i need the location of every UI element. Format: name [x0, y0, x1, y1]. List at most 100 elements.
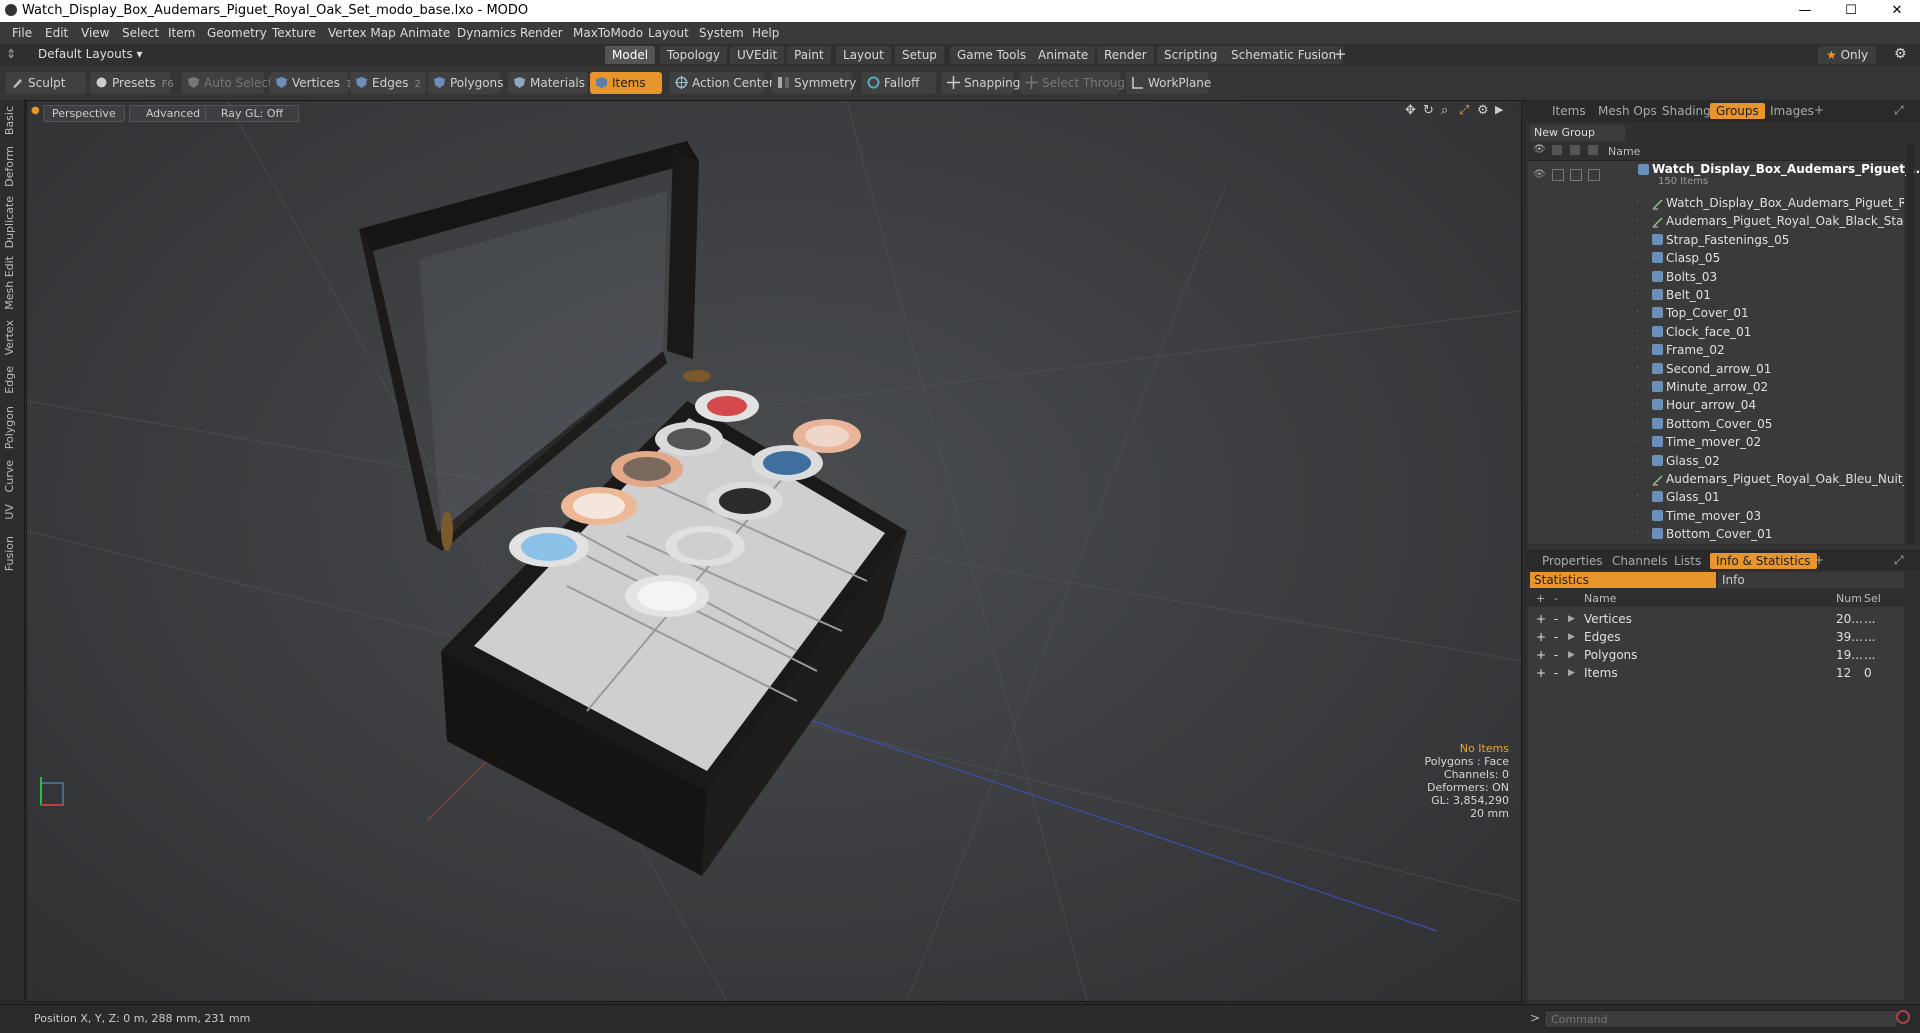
group-item-row[interactable]: · Belt_01 [1528, 286, 1904, 304]
tab-animate[interactable]: Animate [1031, 46, 1096, 64]
tab-render[interactable]: Render [1097, 46, 1154, 64]
tab-model[interactable]: Model [605, 46, 656, 64]
menu-layout[interactable]: Layout [648, 26, 689, 40]
group-item-row[interactable]: · Frame_02 [1528, 341, 1904, 359]
menu-animate[interactable]: Animate [400, 26, 450, 40]
group-item-row[interactable]: · Top_Cover_01 [1528, 304, 1904, 322]
presets-button[interactable]: Presets F6 [90, 72, 174, 94]
layout-collapse-icon[interactable]: ⇕ [6, 47, 16, 61]
sculpt-button[interactable]: Sculpt [6, 72, 86, 94]
tab-scripting[interactable]: Scripting [1157, 46, 1225, 64]
close-button[interactable]: ✕ [1874, 0, 1920, 22]
menu-maxtomodo[interactable]: MaxToModo [573, 26, 643, 40]
only-toggle[interactable]: ★ Only [1818, 46, 1877, 64]
select-through-button[interactable]: Select Through [1020, 72, 1133, 94]
vertices-button[interactable]: Vertices1 [270, 72, 352, 94]
menu-edit[interactable]: Edit [45, 26, 68, 40]
tab-lists[interactable]: Lists [1668, 553, 1707, 569]
collapse-row-icon[interactable]: - [1554, 664, 1558, 682]
group-item-row[interactable]: · Audemars_Piguet_Royal_Oak_Black_Stainle… [1528, 212, 1904, 230]
menu-file[interactable]: File [12, 26, 32, 40]
menu-item[interactable]: Item [168, 26, 195, 40]
group-item-row[interactable]: · Second_arrow_01 [1528, 360, 1904, 378]
group-item-row[interactable]: · Bottom_Cover_05 [1528, 415, 1904, 433]
statistics-subtab[interactable]: Statistics [1530, 572, 1716, 588]
group-item-row[interactable]: · Time_mover_03 [1528, 507, 1904, 525]
group-item-row[interactable]: · Clock_face_01 [1528, 323, 1904, 341]
menu-texture[interactable]: Texture [272, 26, 316, 40]
tab-schematic-fusion[interactable]: Schematic Fusion [1224, 46, 1344, 64]
tab-paint[interactable]: Paint [787, 46, 831, 64]
expand-row-icon[interactable]: + [1536, 610, 1546, 628]
layout-select[interactable]: Default Layouts ▾ [38, 47, 143, 61]
group-item-row[interactable]: · Audemars_Piguet_Royal_Oak_Bleu_Nuit_Nua… [1528, 470, 1904, 488]
3d-viewport[interactable]: ● Perspective Advanced Ray GL: Off ✥ ↻ ⌕… [26, 100, 1522, 1002]
group-item-row[interactable]: · Watch_Display_Box_Audemars_Piguet_Royal… [1528, 194, 1904, 212]
stats-row[interactable]: + - ▶ Items 12 0 [1528, 664, 1904, 682]
snapping-button[interactable]: Snapping [942, 72, 1020, 94]
tab-properties[interactable]: Properties [1536, 553, 1609, 569]
add-panel-tab-button[interactable]: + [1814, 103, 1824, 117]
maximize-button[interactable]: ☐ [1828, 0, 1874, 22]
expand-row-icon[interactable]: + [1536, 646, 1546, 664]
expand-row-icon[interactable]: + [1536, 628, 1546, 646]
menu-render[interactable]: Render [520, 26, 563, 40]
auto-select-button[interactable]: Auto Select [182, 72, 273, 94]
tab-channels[interactable]: Channels [1606, 553, 1674, 569]
tab-topology[interactable]: Topology [660, 46, 727, 64]
stats-row[interactable]: + - ▶ Edges 39...... [1528, 628, 1904, 646]
tab-curve[interactable]: Curve [3, 460, 21, 492]
tab-deform[interactable]: Deform [3, 146, 21, 187]
menu-view[interactable]: View [81, 26, 109, 40]
panel-expand-icon[interactable]: ⤢ [1894, 103, 1904, 118]
expand-all-icon[interactable]: + [1536, 592, 1545, 605]
tab-vertex[interactable]: Vertex [3, 320, 21, 355]
tab-layout[interactable]: Layout [836, 46, 891, 64]
tab-uvedit[interactable]: UVEdit [730, 46, 785, 64]
lock-toggle[interactable] [1552, 169, 1564, 181]
tree-scrollbar[interactable] [1906, 144, 1914, 544]
edges-button[interactable]: Edges 2 [350, 72, 426, 94]
workplane-button[interactable]: WorkPlane [1126, 72, 1211, 94]
group-item-row[interactable]: · Clasp_05 [1528, 249, 1904, 267]
group-item-row[interactable]: · Strap_Fastenings_05 [1528, 231, 1904, 249]
record-icon[interactable] [1896, 1010, 1910, 1024]
tab-duplicate[interactable]: Duplicate [3, 196, 21, 248]
visibility-toggle-icon[interactable]: 👁 [1533, 169, 1546, 180]
gear-icon[interactable]: ⚙ [1894, 46, 1907, 62]
disclosure-triangle-icon[interactable]: ▶ [1568, 646, 1575, 664]
collapse-row-icon[interactable]: - [1554, 646, 1558, 664]
tab-setup[interactable]: Setup [895, 46, 944, 64]
render-toggle[interactable] [1570, 169, 1582, 181]
collapse-row-icon[interactable]: - [1554, 628, 1558, 646]
tab-edge[interactable]: Edge [3, 366, 21, 394]
group-item-row[interactable]: · Bottom_Cover_01 [1528, 525, 1904, 543]
menu-vertex-map[interactable]: Vertex Map [328, 26, 396, 40]
menu-geometry[interactable]: Geometry [207, 26, 267, 40]
polygons-button[interactable]: Polygons [428, 72, 503, 94]
collapse-all-icon[interactable]: - [1554, 592, 1558, 605]
falloff-button[interactable]: Falloff [862, 72, 936, 94]
minimize-button[interactable]: — [1782, 0, 1828, 22]
group-item-row[interactable]: · Time_mover_02 [1528, 433, 1904, 451]
add-tab-button[interactable]: + [1334, 45, 1347, 63]
group-item-row[interactable]: · Glass_01 [1528, 488, 1904, 506]
group-item-row[interactable]: · Bolts_03 [1528, 268, 1904, 286]
group-root-row[interactable]: 👁 Watch_Display_Box_Audemars_Piguet_... … [1528, 162, 1920, 192]
menu-system[interactable]: System [699, 26, 744, 40]
collapse-row-icon[interactable]: - [1554, 610, 1558, 628]
menu-dynamics[interactable]: Dynamics [457, 26, 516, 40]
group-item-row[interactable]: · Minute_arrow_02 [1528, 378, 1904, 396]
stats-row[interactable]: + - ▶ Vertices 20...... [1528, 610, 1904, 628]
menu-help[interactable]: Help [752, 26, 779, 40]
tab-fusion[interactable]: Fusion [3, 536, 21, 571]
stats-expand-icon[interactable]: ⤢ [1894, 553, 1904, 568]
select-toggle[interactable] [1588, 169, 1600, 181]
items-button[interactable]: Items [590, 72, 662, 94]
tab-images[interactable]: Images [1764, 103, 1820, 119]
tab-uv[interactable]: UV [3, 504, 21, 520]
disclosure-triangle-icon[interactable]: ▶ [1568, 664, 1575, 682]
tab-basic[interactable]: Basic [3, 106, 21, 135]
tab-game-tools[interactable]: Game Tools [950, 46, 1034, 64]
tab-items[interactable]: Items [1546, 103, 1592, 119]
